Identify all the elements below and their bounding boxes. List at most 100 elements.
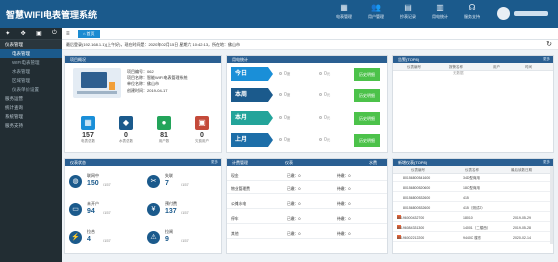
status-cut[interactable]: ⚠ 拉闸 9/157 [143,227,219,249]
table-row[interactable]: 80156800520600 18C型商用 [393,185,553,192]
power-icon[interactable]: ⏻ [52,30,57,37]
sidebar-item-price-settings[interactable]: 仪表单价设置 [0,85,62,94]
column-header: 仪表编号 [411,168,425,172]
sidebar-item-label: 仪表单价设置 [12,87,39,92]
status-online[interactable]: ◍ 联网中 150/157 [65,171,141,193]
history-detail-button[interactable]: 历史明细 [354,134,380,147]
column-header: 仪表编号 [407,65,421,69]
table-row[interactable]: 80196000432700 18010 2019-05-29 [393,215,553,222]
panel-header: 用电统计 [227,56,387,63]
table-row[interactable]: 80156800532600 415 [393,195,553,202]
billing-row: 其他 已缴：0 待缴：0 [227,229,387,239]
unit-label: 度 [286,93,291,97]
sidebar-item-system-management[interactable]: 系统管理 [0,112,62,121]
history-detail-button[interactable]: 历史明细 [354,112,380,125]
panel-center-label: 仪表 [285,160,293,165]
sidebar-item-area-management[interactable]: 区域管理 [0,76,62,85]
table-row[interactable]: 80196084331300 14001（二楼西） 2019-05-28 [393,225,553,232]
status-prepaid[interactable]: ¥ 预付费 137/157 [143,199,219,221]
nav-service-support[interactable]: ☊ 服务支持 [456,2,488,20]
panel-title: 告警(TOP8) [398,57,420,62]
dot-icon [319,116,322,120]
nav-reading-records[interactable]: ▤ 抄表记录 [392,2,424,20]
history-detail-button[interactable]: 历史明细 [354,89,380,102]
notebook-icon: ▤ [404,3,412,12]
summary-stats: ▦ 157 电表总数 ◆ 0 水表总数 ● 81 用户数 ▣ 0 欠费用户 [69,116,221,144]
nav-usage-statistics[interactable]: ▥ 用电统计 [424,2,456,20]
period-today: 今日 [231,67,273,81]
more-link[interactable]: 更多 [543,159,550,166]
device-id: 80196084331300 [397,226,425,230]
sidebar-menu: 仪表管理 电表管理 WIFI电表管理 水表管理 区域管理 仪表单价设置 服务运营… [0,40,62,130]
stat-label: 欠费用户 [195,139,209,143]
table-row[interactable]: 80156800541600 34D型商用 [393,175,553,182]
today-amount: 0元 [319,67,330,81]
device-date: 2019-05-28 [513,226,531,230]
user-menu[interactable] [497,7,548,20]
new-devices-table-header: 仪表编号 仪表名称 最后读数日期 [393,166,553,174]
consumption-panel: 用电统计 今日 0度 0元 历史明细 本周 0度 0元 历史明细 本月 0度 0… [226,55,388,153]
stat-arrears-users[interactable]: ▣ 0 欠费用户 [183,116,221,144]
unit-label: 元 [326,116,331,120]
menu-toggle-icon[interactable]: ≡ [66,31,70,37]
sidebar-item-instrument-management[interactable]: 仪表管理 [0,40,62,49]
prepay-icon: ¥ [147,203,160,216]
week-amount: 0元 [319,88,330,102]
status-value: 94 [87,208,95,215]
alert-user-icon: ▣ [195,116,209,130]
status-offline[interactable]: ✂ 失联 7/157 [143,171,219,193]
billing-name: 其他 [231,232,239,236]
period-this-week: 本周 [231,88,273,102]
tab-home-label: 首页 [86,31,95,36]
billing-name: 停车 [231,217,239,221]
device-id: 80156800520600 [403,186,431,190]
column-header: 最后读数日期 [511,168,532,172]
sidebar-item-wifi-meter[interactable]: WIFI电表管理 [0,58,62,67]
sidebar-toolbar: ✦ ✥ ▣ ⏻ [0,28,62,40]
table-row[interactable]: 80196002212200 9440C 楼东 2020-02-14 [393,235,553,242]
status-value: 4 [87,236,91,243]
stat-water-total[interactable]: ◆ 0 水表总数 [107,116,145,144]
unit-label: 度 [286,116,291,120]
history-detail-button[interactable]: 历史明细 [354,68,380,81]
status-closed[interactable]: ⚡ 拉合 4/157 [65,227,141,249]
stat-meter-total[interactable]: ▦ 157 电表总数 [69,116,107,144]
dot-icon [319,138,322,142]
status-total: /157 [181,182,189,187]
nav-user-management[interactable]: 👥 用户管理 [360,2,392,20]
sidebar-item-label: 系统管理 [5,114,23,119]
sidebar-item-service-support[interactable]: 服务支持 [0,121,62,130]
sidebar-item-service-operation[interactable]: 服务运营 [0,94,62,103]
more-link[interactable]: 更多 [211,159,218,166]
lock-icon[interactable]: ▣ [36,30,42,37]
tab-home[interactable]: ⌂ 首页 [78,30,100,38]
status-name: 拉闸 [165,229,173,234]
settings-icon[interactable]: ✦ [5,30,10,37]
more-link[interactable]: 更多 [543,56,550,63]
stat-users[interactable]: ● 81 用户数 [145,116,183,144]
nav-label: 电表管理 [336,14,352,19]
sidebar-item-water-meter[interactable]: 水表管理 [0,67,62,76]
sidebar-item-label: WIFI电表管理 [12,60,40,65]
sidebar-item-label: 统计查询 [5,105,23,110]
nav-label: 用电统计 [432,14,448,19]
sidebar-item-meter-management[interactable]: 电表管理 [0,49,62,58]
nav-meter-management[interactable]: ▦ 电表管理 [328,2,360,20]
status-value: 7 [165,180,169,187]
billing-panel: 计费管理 仪表 水费 现金 已缴：0 待缴：0 物业管理费 已缴：0 待缴：0 公摊水电 已缴… [226,158,388,254]
column-header: 报警名称 [449,65,463,69]
dot-icon [279,138,282,142]
status-unopened[interactable]: ▭ 未开户 94/157 [65,199,141,221]
sidebar-item-label: 服务运营 [5,96,23,101]
sidebar-item-label: 电表管理 [12,51,30,56]
refresh-icon[interactable]: ↻ [546,40,552,50]
calendar-icon: ▦ [340,3,348,12]
column-header: 时间 [525,65,532,69]
expand-icon[interactable]: ✥ [21,30,26,37]
sidebar-item-statistics[interactable]: 统计查询 [0,103,62,112]
scrollbar[interactable] [550,166,553,244]
status-name: 联网中 [87,173,99,178]
device-id: 80156800541600 [403,176,431,180]
table-row[interactable]: 80156800532600 415（测试2） [393,205,553,212]
user-icon: ● [157,116,171,130]
